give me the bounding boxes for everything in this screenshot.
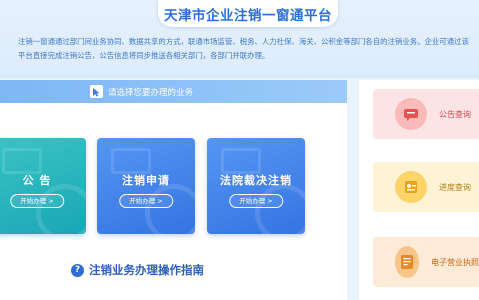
- progress-icon: [395, 171, 427, 203]
- service-card-deregistration[interactable]: 注销申请 开始办理 >: [97, 138, 195, 234]
- sidebar-item-announcement-query[interactable]: 公告查询: [373, 89, 479, 139]
- choose-service-label: 请选择您要办理的业务: [108, 87, 194, 98]
- license-icon: [395, 246, 419, 278]
- sidebar-item-progress-query[interactable]: 进度查询: [373, 162, 479, 212]
- operation-guide-link[interactable]: ? 注销业务办理操作指南: [71, 262, 204, 278]
- card-title: 法院裁决注销: [220, 174, 292, 187]
- start-button[interactable]: 开始办理 >: [10, 194, 64, 208]
- card-title: 注销申请: [122, 174, 170, 187]
- page-title-tab: 天津市企业注销一窗通平台: [158, 0, 338, 27]
- card-decoration: [111, 148, 151, 174]
- start-button[interactable]: 开始办理 >: [119, 194, 173, 208]
- sidebar-item-label: 电子营业执照: [431, 257, 479, 267]
- page-title: 天津市企业注销一窗通平台: [164, 7, 332, 24]
- intro-text: 注销一窗通通过部门间业务协同、数据共享的方式，联通市场监管、税务、人力社保、海关…: [18, 37, 469, 60]
- card-title: 公 告: [22, 174, 52, 187]
- announcement-icon: [395, 98, 427, 130]
- sidebar-item-label: 公告查询: [439, 109, 471, 119]
- card-decoration: [221, 148, 261, 174]
- start-button[interactable]: 开始办理 >: [229, 194, 283, 208]
- card-decoration: [2, 148, 42, 174]
- sidebar-item-label: 进度查询: [439, 182, 471, 192]
- question-icon: ?: [71, 263, 84, 277]
- sidebar-item-e-license[interactable]: 电子营业执照: [373, 237, 479, 287]
- cursor-icon: [90, 85, 103, 98]
- choose-service-bar: 请选择您要办理的业务: [0, 80, 347, 103]
- card-decoration: [36, 184, 86, 234]
- guide-label: 注销业务办理操作指南: [89, 263, 204, 277]
- card-decoration: [145, 184, 195, 234]
- card-decoration: [255, 184, 305, 234]
- service-card-court-ruling[interactable]: 法院裁决注销 开始办理 >: [207, 138, 305, 234]
- service-card-announcement[interactable]: 公 告 开始办理 >: [0, 138, 86, 234]
